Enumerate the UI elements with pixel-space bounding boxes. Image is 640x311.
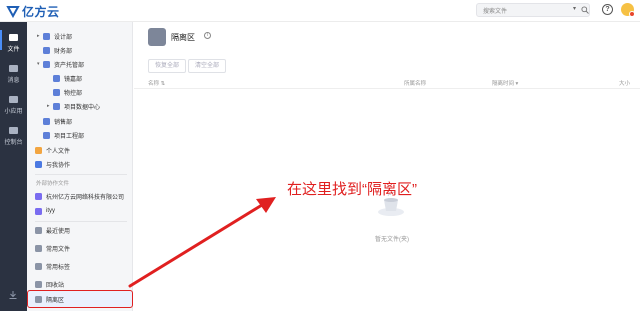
tree-item-favorite-files[interactable]: 常用文件: [35, 242, 70, 254]
folder-tree: ▸ 设计部 财务部 ▾ 资产托管部 镜嘉部 物控部 ▸ 项目数据中心 销售部 项…: [27, 22, 133, 311]
table-header: 名称 ⇅ 所属名称 隔离时间 ▾ 大小: [134, 77, 640, 89]
apps-icon: [9, 96, 18, 103]
tree-item-jingjia[interactable]: 镜嘉部: [53, 72, 82, 84]
tree-item-label: 回收站: [46, 282, 65, 289]
app-rail: 文件 消息 小应用 控制台: [0, 22, 27, 311]
tree-item-label: 常用文件: [46, 246, 71, 253]
department-folder-icon: [53, 88, 60, 96]
tree-item-collab[interactable]: 与我协作: [35, 158, 70, 170]
tree-item-label: 项目数据中心: [64, 104, 101, 111]
column-time[interactable]: 隔离时间 ▾: [492, 79, 518, 87]
tree-item-favorite-tags[interactable]: 常用标签: [35, 260, 70, 272]
avatar[interactable]: [621, 3, 635, 17]
tree-item-label: 项目工程部: [54, 133, 85, 140]
department-folder-icon: [43, 32, 50, 40]
tree-item-label: 财务部: [54, 48, 73, 55]
tree-item-label: 设计部: [54, 34, 73, 41]
external-section-title: 外部协作文件: [36, 181, 70, 187]
collaboration-icon: [35, 160, 42, 168]
app-window: 亿方云 搜索文件 ▾ ? 文件 消息 小应用 控制台 ▸ 设计部 财务部 ▾ 资…: [0, 0, 640, 311]
divider: [35, 221, 127, 222]
column-name-label: 名称: [148, 81, 160, 87]
tree-item-label: ityy: [46, 208, 55, 214]
top-bar: 亿方云 搜索文件 ▾ ?: [0, 0, 640, 22]
search-input[interactable]: 搜索文件 ▾: [476, 3, 590, 17]
rail-label-console: 控制台: [4, 140, 23, 146]
rail-label-files: 文件: [7, 47, 20, 53]
tree-item-finance[interactable]: 财务部: [43, 44, 72, 56]
info-icon[interactable]: i: [204, 32, 211, 39]
tree-item-wukong[interactable]: 物控部: [53, 86, 82, 98]
tree-item-label: 与我协作: [46, 162, 71, 169]
department-folder-icon: [43, 60, 50, 68]
recycle-bin-icon: [35, 280, 42, 288]
rail-item-apps[interactable]: 小应用: [0, 96, 27, 115]
tree-item-asset[interactable]: ▾ 资产托管部: [37, 58, 84, 70]
tree-item-external-ityy[interactable]: ityy: [35, 205, 55, 217]
tree-item-engineering[interactable]: 项目工程部: [43, 129, 84, 141]
rail-item-messages[interactable]: 消息: [0, 65, 27, 84]
department-folder-icon: [43, 131, 50, 139]
sort-desc-icon[interactable]: ▾: [516, 81, 519, 87]
tree-item-label: 资产托管部: [54, 62, 85, 69]
tree-item-label: 物控部: [64, 90, 83, 97]
message-icon: [9, 65, 18, 72]
sort-icon[interactable]: ⇅: [161, 81, 166, 87]
personal-folder-icon: [35, 146, 42, 154]
search-icon[interactable]: [581, 6, 589, 14]
rail-label-apps: 小应用: [4, 109, 23, 115]
tree-item-label: 个人文件: [46, 148, 71, 155]
tree-item-recycle-bin[interactable]: 回收站: [35, 278, 64, 290]
logo-text: 亿方云: [22, 4, 60, 19]
annotation-text: 在这里找到“隔离区”: [287, 181, 417, 198]
tree-item-label: 最近使用: [46, 228, 71, 235]
column-owner[interactable]: 所属名称: [404, 79, 426, 87]
search-scope-dropdown[interactable]: ▾: [573, 5, 576, 12]
notification-badge: [629, 11, 635, 17]
page-title: 隔离区: [171, 33, 195, 42]
department-folder-icon: [43, 117, 50, 125]
quarantine-icon: [148, 28, 166, 46]
recent-icon: [35, 226, 42, 234]
department-folder-icon: [53, 74, 60, 82]
department-folder-icon: [43, 46, 50, 54]
tree-item-external-company[interactable]: 杭州亿方云网络科技有限公司: [35, 190, 124, 202]
column-size[interactable]: 大小: [619, 79, 630, 87]
help-icon[interactable]: ?: [602, 4, 613, 15]
tree-item-design[interactable]: ▸ 设计部: [37, 30, 72, 42]
search-placeholder: 搜索文件: [483, 9, 508, 15]
tree-item-sales[interactable]: 销售部: [43, 115, 72, 127]
favorite-files-icon: [35, 244, 42, 252]
main-panel: 隔离区 i 恢复全部 清空全部 名称 ⇅ 所属名称 隔离时间 ▾ 大小 暂无文件…: [134, 22, 640, 311]
column-time-label: 隔离时间: [492, 81, 515, 87]
column-name[interactable]: 名称 ⇅: [148, 79, 165, 87]
tree-item-quarantine[interactable]: 隔离区: [35, 293, 64, 305]
tag-icon: [35, 262, 42, 270]
department-folder-icon: [53, 102, 60, 110]
tree-item-recent[interactable]: 最近使用: [35, 224, 70, 236]
rail-label-messages: 消息: [7, 78, 20, 84]
external-org-icon: [35, 192, 42, 200]
restore-all-button[interactable]: 恢复全部: [148, 59, 187, 73]
tree-item-label: 杭州亿方云网络科技有限公司: [46, 194, 125, 201]
file-icon: [9, 34, 18, 41]
tree-item-label: 隔离区: [46, 297, 65, 304]
tree-item-label: 销售部: [54, 119, 73, 126]
empty-state-text: 暂无文件(夹): [375, 237, 409, 243]
tree-item-project-data[interactable]: ▸ 项目数据中心: [47, 100, 100, 112]
download-icon[interactable]: [8, 290, 18, 300]
rail-item-files[interactable]: 文件: [0, 34, 27, 53]
tree-item-label: 常用标签: [46, 264, 71, 271]
quarantine-icon: [35, 295, 42, 303]
rail-item-console[interactable]: 控制台: [0, 127, 27, 146]
tree-item-label: 镜嘉部: [64, 76, 83, 83]
external-org-icon: [35, 207, 42, 215]
divider: [35, 174, 127, 175]
console-icon: [9, 127, 18, 134]
logo[interactable]: 亿方云: [6, 3, 60, 19]
tree-item-personal[interactable]: 个人文件: [35, 144, 70, 156]
logo-icon: [6, 6, 20, 18]
clear-all-button[interactable]: 清空全部: [188, 59, 227, 73]
